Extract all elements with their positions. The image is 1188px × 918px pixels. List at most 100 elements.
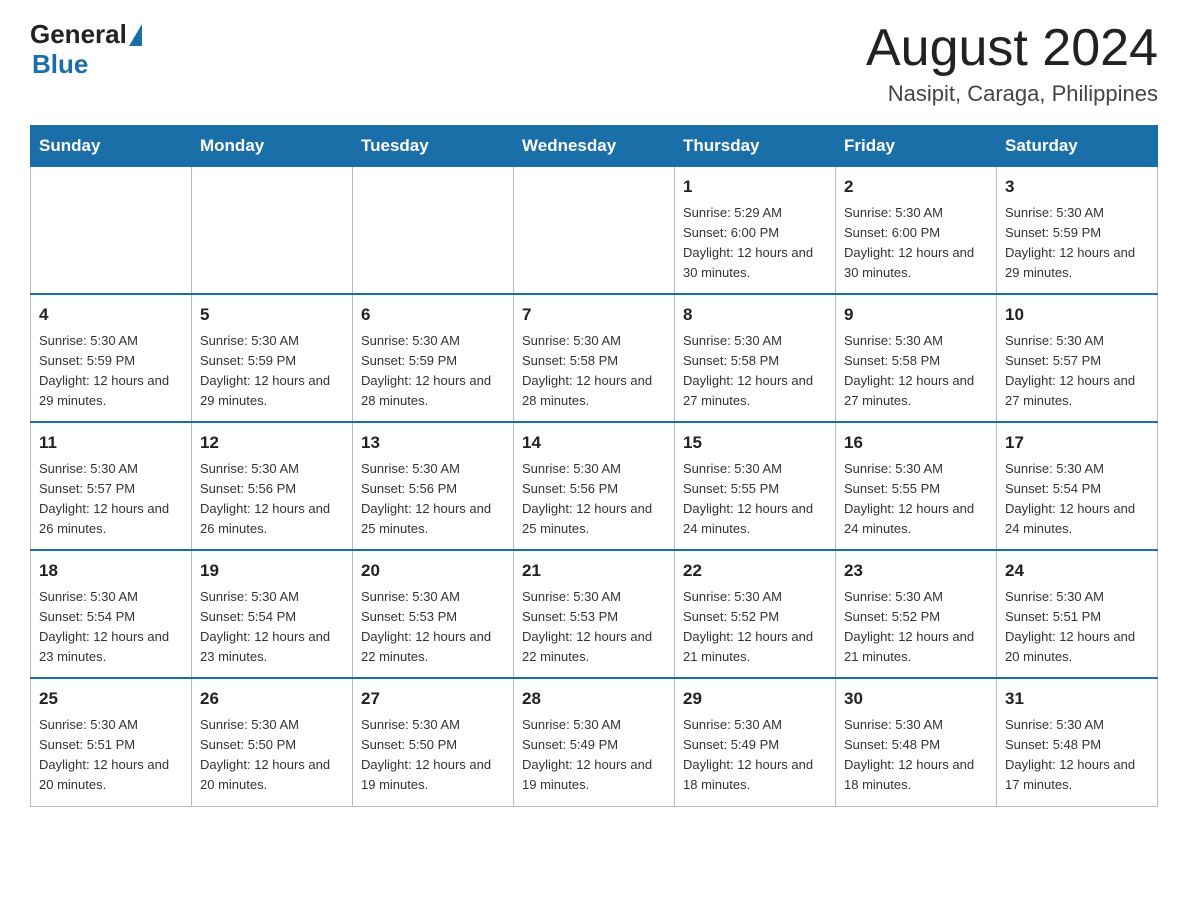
calendar-cell: 3 Sunrise: 5:30 AMSunset: 5:59 PMDaylight… xyxy=(997,167,1158,295)
day-info: Sunrise: 5:30 AMSunset: 5:48 PMDaylight:… xyxy=(1005,715,1149,796)
day-number: 10 xyxy=(1005,302,1149,328)
weekday-header-friday: Friday xyxy=(836,126,997,167)
day-number: 2 xyxy=(844,174,988,200)
day-info: Sunrise: 5:30 AMSunset: 5:57 PMDaylight:… xyxy=(39,459,183,540)
calendar-cell xyxy=(192,167,353,295)
calendar-week-row: 18Sunrise: 5:30 AMSunset: 5:54 PMDayligh… xyxy=(31,550,1158,678)
day-info: Sunrise: 5:30 AMSunset: 5:54 PMDaylight:… xyxy=(1005,459,1149,540)
day-info: Sunrise: 5:30 AMSunset: 5:58 PMDaylight:… xyxy=(683,331,827,412)
day-info: Sunrise: 5:30 AMSunset: 5:49 PMDaylight:… xyxy=(683,715,827,796)
day-info: Sunrise: 5:30 AMSunset: 5:48 PMDaylight:… xyxy=(844,715,988,796)
day-info: Sunrise: 5:30 AMSunset: 5:53 PMDaylight:… xyxy=(361,587,505,668)
calendar-cell: 21 Sunrise: 5:30 AMSunset: 5:53 PMDayligh… xyxy=(514,550,675,678)
day-number: 25 xyxy=(39,686,183,712)
day-number: 6 xyxy=(361,302,505,328)
calendar-cell: 16Sunrise: 5:30 AMSunset: 5:55 PMDayligh… xyxy=(836,422,997,550)
day-number: 17 xyxy=(1005,430,1149,456)
calendar-week-row: 1 Sunrise: 5:29 AMSunset: 6:00 PMDaylight… xyxy=(31,167,1158,295)
weekday-header-monday: Monday xyxy=(192,126,353,167)
day-info: Sunrise: 5:30 AMSunset: 5:58 PMDaylight:… xyxy=(844,331,988,412)
calendar-cell xyxy=(353,167,514,295)
month-title: August 2024 xyxy=(866,20,1158,77)
calendar-cell: 4 Sunrise: 5:30 AMSunset: 5:59 PMDaylight… xyxy=(31,294,192,422)
weekday-header-wednesday: Wednesday xyxy=(514,126,675,167)
calendar-cell: 19Sunrise: 5:30 AMSunset: 5:54 PMDayligh… xyxy=(192,550,353,678)
logo: General Blue xyxy=(30,20,142,80)
calendar-cell: 7Sunrise: 5:30 AMSunset: 5:58 PMDaylight… xyxy=(514,294,675,422)
title-block: August 2024 Nasipit, Caraga, Philippines xyxy=(866,20,1158,107)
day-number: 3 xyxy=(1005,174,1149,200)
logo-general: General xyxy=(30,20,127,49)
day-number: 29 xyxy=(683,686,827,712)
calendar-cell: 30 Sunrise: 5:30 AMSunset: 5:48 PMDayligh… xyxy=(836,678,997,806)
calendar-cell: 5Sunrise: 5:30 AMSunset: 5:59 PMDaylight… xyxy=(192,294,353,422)
day-number: 23 xyxy=(844,558,988,584)
weekday-header-tuesday: Tuesday xyxy=(353,126,514,167)
day-number: 22 xyxy=(683,558,827,584)
calendar-cell: 25 Sunrise: 5:30 AMSunset: 5:51 PMDayligh… xyxy=(31,678,192,806)
day-number: 8 xyxy=(683,302,827,328)
calendar-cell: 17 Sunrise: 5:30 AMSunset: 5:54 PMDayligh… xyxy=(997,422,1158,550)
day-number: 27 xyxy=(361,686,505,712)
calendar-cell xyxy=(31,167,192,295)
day-number: 12 xyxy=(200,430,344,456)
day-number: 1 xyxy=(683,174,827,200)
calendar-week-row: 25 Sunrise: 5:30 AMSunset: 5:51 PMDayligh… xyxy=(31,678,1158,806)
day-info: Sunrise: 5:30 AMSunset: 5:56 PMDaylight:… xyxy=(361,459,505,540)
calendar-week-row: 11Sunrise: 5:30 AMSunset: 5:57 PMDayligh… xyxy=(31,422,1158,550)
day-number: 20 xyxy=(361,558,505,584)
logo-blue: Blue xyxy=(30,49,142,80)
calendar-cell: 6 Sunrise: 5:30 AMSunset: 5:59 PMDaylight… xyxy=(353,294,514,422)
day-number: 30 xyxy=(844,686,988,712)
calendar-cell: 23Sunrise: 5:30 AMSunset: 5:52 PMDayligh… xyxy=(836,550,997,678)
calendar-header-row: SundayMondayTuesdayWednesdayThursdayFrid… xyxy=(31,126,1158,167)
calendar-cell: 14 Sunrise: 5:30 AMSunset: 5:56 PMDayligh… xyxy=(514,422,675,550)
calendar-cell: 11Sunrise: 5:30 AMSunset: 5:57 PMDayligh… xyxy=(31,422,192,550)
day-info: Sunrise: 5:30 AMSunset: 5:59 PMDaylight:… xyxy=(1005,203,1149,284)
day-info: Sunrise: 5:29 AMSunset: 6:00 PMDaylight:… xyxy=(683,203,827,284)
day-number: 24 xyxy=(1005,558,1149,584)
calendar-table: SundayMondayTuesdayWednesdayThursdayFrid… xyxy=(30,125,1158,806)
day-number: 14 xyxy=(522,430,666,456)
calendar-cell: 9 Sunrise: 5:30 AMSunset: 5:58 PMDaylight… xyxy=(836,294,997,422)
calendar-week-row: 4 Sunrise: 5:30 AMSunset: 5:59 PMDaylight… xyxy=(31,294,1158,422)
day-info: Sunrise: 5:30 AMSunset: 5:56 PMDaylight:… xyxy=(200,459,344,540)
day-info: Sunrise: 5:30 AMSunset: 5:56 PMDaylight:… xyxy=(522,459,666,540)
day-info: Sunrise: 5:30 AMSunset: 5:53 PMDaylight:… xyxy=(522,587,666,668)
day-info: Sunrise: 5:30 AMSunset: 5:50 PMDaylight:… xyxy=(361,715,505,796)
calendar-cell xyxy=(514,167,675,295)
day-info: Sunrise: 5:30 AMSunset: 5:52 PMDaylight:… xyxy=(683,587,827,668)
day-info: Sunrise: 5:30 AMSunset: 5:59 PMDaylight:… xyxy=(361,331,505,412)
day-number: 4 xyxy=(39,302,183,328)
calendar-cell: 12 Sunrise: 5:30 AMSunset: 5:56 PMDayligh… xyxy=(192,422,353,550)
day-number: 9 xyxy=(844,302,988,328)
page-header: General Blue August 2024 Nasipit, Caraga… xyxy=(30,20,1158,107)
day-info: Sunrise: 5:30 AMSunset: 5:59 PMDaylight:… xyxy=(39,331,183,412)
day-number: 26 xyxy=(200,686,344,712)
calendar-cell: 27 Sunrise: 5:30 AMSunset: 5:50 PMDayligh… xyxy=(353,678,514,806)
day-number: 15 xyxy=(683,430,827,456)
day-info: Sunrise: 5:30 AMSunset: 5:58 PMDaylight:… xyxy=(522,331,666,412)
day-number: 19 xyxy=(200,558,344,584)
calendar-cell: 22 Sunrise: 5:30 AMSunset: 5:52 PMDayligh… xyxy=(675,550,836,678)
day-info: Sunrise: 5:30 AMSunset: 5:50 PMDaylight:… xyxy=(200,715,344,796)
logo-triangle-icon xyxy=(129,24,142,46)
weekday-header-thursday: Thursday xyxy=(675,126,836,167)
day-info: Sunrise: 5:30 AMSunset: 5:51 PMDaylight:… xyxy=(1005,587,1149,668)
calendar-cell: 31 Sunrise: 5:30 AMSunset: 5:48 PMDayligh… xyxy=(997,678,1158,806)
day-info: Sunrise: 5:30 AMSunset: 6:00 PMDaylight:… xyxy=(844,203,988,284)
weekday-header-sunday: Sunday xyxy=(31,126,192,167)
day-info: Sunrise: 5:30 AMSunset: 5:51 PMDaylight:… xyxy=(39,715,183,796)
day-info: Sunrise: 5:30 AMSunset: 5:57 PMDaylight:… xyxy=(1005,331,1149,412)
day-number: 31 xyxy=(1005,686,1149,712)
calendar-cell: 10 Sunrise: 5:30 AMSunset: 5:57 PMDayligh… xyxy=(997,294,1158,422)
location-subtitle: Nasipit, Caraga, Philippines xyxy=(866,81,1158,107)
day-number: 16 xyxy=(844,430,988,456)
day-info: Sunrise: 5:30 AMSunset: 5:59 PMDaylight:… xyxy=(200,331,344,412)
calendar-cell: 29 Sunrise: 5:30 AMSunset: 5:49 PMDayligh… xyxy=(675,678,836,806)
day-info: Sunrise: 5:30 AMSunset: 5:54 PMDaylight:… xyxy=(39,587,183,668)
calendar-cell: 2 Sunrise: 5:30 AMSunset: 6:00 PMDaylight… xyxy=(836,167,997,295)
day-number: 21 xyxy=(522,558,666,584)
day-info: Sunrise: 5:30 AMSunset: 5:55 PMDaylight:… xyxy=(683,459,827,540)
calendar-cell: 24 Sunrise: 5:30 AMSunset: 5:51 PMDayligh… xyxy=(997,550,1158,678)
